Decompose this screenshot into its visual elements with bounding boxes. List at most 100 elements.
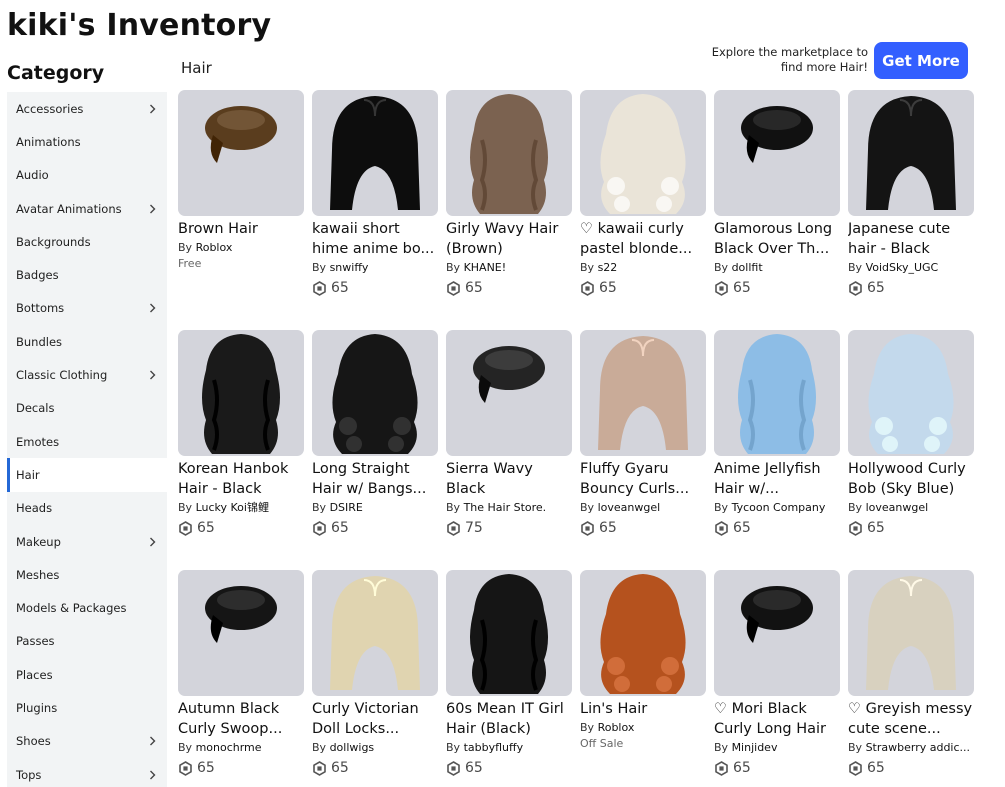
item-name[interactable]: ♡ Mori Black Curly Long Hair	[714, 699, 840, 739]
item-name[interactable]: Lin's Hair	[580, 699, 706, 719]
item-name[interactable]: ♡ kawaii curly pastel blonde...	[580, 219, 706, 259]
item-thumbnail[interactable]	[714, 90, 840, 216]
item-creator[interactable]: By DSIRE	[312, 501, 438, 515]
item-name[interactable]: Curly Victorian Doll Locks...	[312, 699, 438, 739]
creator-name: dollfit	[731, 261, 763, 274]
sidebar-item-emotes[interactable]: Emotes	[7, 425, 167, 458]
sidebar-item-backgrounds[interactable]: Backgrounds	[7, 225, 167, 258]
item-name[interactable]: 60s Mean IT Girl Hair (Black)	[446, 699, 572, 739]
item-creator[interactable]: By Tycoon Company	[714, 501, 840, 515]
sidebar-item-bottoms[interactable]: Bottoms	[7, 292, 167, 325]
inventory-item-card[interactable]: ♡ Mori Black Curly Long Hair By Minjidev 65	[714, 570, 840, 787]
item-thumbnail[interactable]	[178, 570, 304, 696]
item-creator[interactable]: By Lucky Koi锦鲤	[178, 501, 304, 515]
creator-name: s22	[597, 261, 618, 274]
inventory-item-card[interactable]: Long Straight Hair w/ Bangs... By DSIRE 65	[312, 330, 438, 570]
inventory-item-card[interactable]: kawaii short hime anime bo... By snwiffy 65	[312, 90, 438, 330]
sidebar-item-animations[interactable]: Animations	[7, 125, 167, 158]
item-thumbnail[interactable]	[580, 570, 706, 696]
item-creator[interactable]: By Strawberry addic...	[848, 741, 974, 755]
item-thumbnail[interactable]	[178, 330, 304, 456]
item-creator[interactable]: By loveanwgel	[580, 501, 706, 515]
item-name[interactable]: kawaii short hime anime bo...	[312, 219, 438, 259]
item-name[interactable]: Glamorous Long Black Over Th...	[714, 219, 840, 259]
item-name[interactable]: Autumn Black Curly Swoop...	[178, 699, 304, 739]
item-thumbnail[interactable]	[312, 90, 438, 216]
sidebar-item-decals[interactable]: Decals	[7, 392, 167, 425]
item-thumbnail[interactable]	[446, 90, 572, 216]
item-name[interactable]: Anime Jellyfish Hair w/...	[714, 459, 840, 499]
item-creator[interactable]: By monochrme	[178, 741, 304, 755]
item-creator[interactable]: By s22	[580, 261, 706, 275]
item-thumbnail[interactable]	[312, 570, 438, 696]
inventory-item-card[interactable]: Sierra Wavy Black By The Hair Store. 75	[446, 330, 572, 570]
inventory-item-card[interactable]: Japanese cute hair - Black By VoidSky_UGC 6…	[848, 90, 974, 330]
item-thumbnail[interactable]	[446, 570, 572, 696]
item-name[interactable]: Japanese cute hair - Black	[848, 219, 974, 259]
inventory-item-card[interactable]: Hollywood Curly Bob (Sky Blue) By loveanwg…	[848, 330, 974, 570]
item-thumbnail[interactable]	[848, 90, 974, 216]
item-creator[interactable]: By Roblox	[580, 721, 706, 735]
sidebar-item-shoes[interactable]: Shoes	[7, 725, 167, 758]
item-thumbnail[interactable]	[178, 90, 304, 216]
inventory-item-card[interactable]: ♡ kawaii curly pastel blonde... By s22 65	[580, 90, 706, 330]
inventory-item-card[interactable]: Girly Wavy Hair (Brown) By KHANE! 65	[446, 90, 572, 330]
item-thumbnail[interactable]	[580, 330, 706, 456]
item-thumbnail[interactable]	[848, 330, 974, 456]
item-thumbnail[interactable]	[848, 570, 974, 696]
item-name[interactable]: Brown Hair	[178, 219, 304, 239]
sidebar-item-makeup[interactable]: Makeup	[7, 525, 167, 558]
sidebar-item-models-packages[interactable]: Models & Packages	[7, 591, 167, 624]
sidebar-item-plugins[interactable]: Plugins	[7, 691, 167, 724]
item-creator[interactable]: By The Hair Store.	[446, 501, 572, 515]
item-creator[interactable]: By loveanwgel	[848, 501, 974, 515]
item-thumbnail[interactable]	[580, 90, 706, 216]
item-creator[interactable]: By Roblox	[178, 241, 304, 255]
sidebar-item-hair[interactable]: Hair	[7, 458, 167, 492]
item-name[interactable]: Girly Wavy Hair (Brown)	[446, 219, 572, 259]
item-name[interactable]: Hollywood Curly Bob (Sky Blue)	[848, 459, 974, 499]
item-thumbnail[interactable]	[714, 330, 840, 456]
item-creator[interactable]: By tabbyfluffy	[446, 741, 572, 755]
price-value: 65	[197, 520, 215, 536]
item-name[interactable]: Korean Hanbok Hair - Black	[178, 459, 304, 499]
item-creator[interactable]: By VoidSky_UGC	[848, 261, 974, 275]
inventory-item-card[interactable]: Curly Victorian Doll Locks... By dollwigs 6…	[312, 570, 438, 787]
item-creator[interactable]: By dollwigs	[312, 741, 438, 755]
sidebar-item-audio[interactable]: Audio	[7, 159, 167, 192]
item-creator[interactable]: By Minjidev	[714, 741, 840, 755]
item-creator[interactable]: By dollfit	[714, 261, 840, 275]
sidebar-item-bundles[interactable]: Bundles	[7, 325, 167, 358]
sidebar-item-meshes[interactable]: Meshes	[7, 558, 167, 591]
item-price: 65	[178, 519, 304, 537]
inventory-item-card[interactable]: Brown Hair By Roblox Free	[178, 90, 304, 330]
inventory-item-card[interactable]: 60s Mean IT Girl Hair (Black) By tabbyfluf…	[446, 570, 572, 787]
item-thumbnail[interactable]	[312, 330, 438, 456]
sidebar-item-badges[interactable]: Badges	[7, 258, 167, 291]
inventory-item-card[interactable]: Autumn Black Curly Swoop... By monochrme 65	[178, 570, 304, 787]
sidebar-item-places[interactable]: Places	[7, 658, 167, 691]
item-creator[interactable]: By KHANE!	[446, 261, 572, 275]
creator-name: Lucky Koi锦鲤	[195, 501, 269, 514]
sidebar-item-avatar-animations[interactable]: Avatar Animations	[7, 192, 167, 225]
item-thumbnail[interactable]	[714, 570, 840, 696]
inventory-item-card[interactable]: Glamorous Long Black Over Th... By dollfit…	[714, 90, 840, 330]
item-name[interactable]: Long Straight Hair w/ Bangs...	[312, 459, 438, 499]
item-creator[interactable]: By snwiffy	[312, 261, 438, 275]
item-name[interactable]: Sierra Wavy Black	[446, 459, 572, 499]
item-name[interactable]: ♡ Greyish messy cute scene...	[848, 699, 974, 739]
get-more-button[interactable]: Get More	[874, 42, 968, 79]
sidebar-item-accessories[interactable]: Accessories	[7, 92, 167, 125]
inventory-item-card[interactable]: Korean Hanbok Hair - Black By Lucky Koi锦鲤 6…	[178, 330, 304, 570]
sidebar-item-classic-clothing[interactable]: Classic Clothing	[7, 358, 167, 391]
inventory-item-card[interactable]: Lin's Hair By Roblox Off Sale	[580, 570, 706, 787]
sidebar-item-passes[interactable]: Passes	[7, 625, 167, 658]
item-thumbnail[interactable]	[446, 330, 572, 456]
inventory-item-card[interactable]: Fluffy Gyaru Bouncy Curls... By loveanwgel…	[580, 330, 706, 570]
item-name[interactable]: Fluffy Gyaru Bouncy Curls...	[580, 459, 706, 499]
sidebar-item-heads[interactable]: Heads	[7, 492, 167, 525]
inventory-item-card[interactable]: Anime Jellyfish Hair w/... By Tycoon Compa…	[714, 330, 840, 570]
inventory-item-card[interactable]: ♡ Greyish messy cute scene... By Strawberr…	[848, 570, 974, 787]
item-name-line-2: hair - Black	[848, 241, 930, 257]
sidebar-item-tops[interactable]: Tops	[7, 758, 167, 787]
